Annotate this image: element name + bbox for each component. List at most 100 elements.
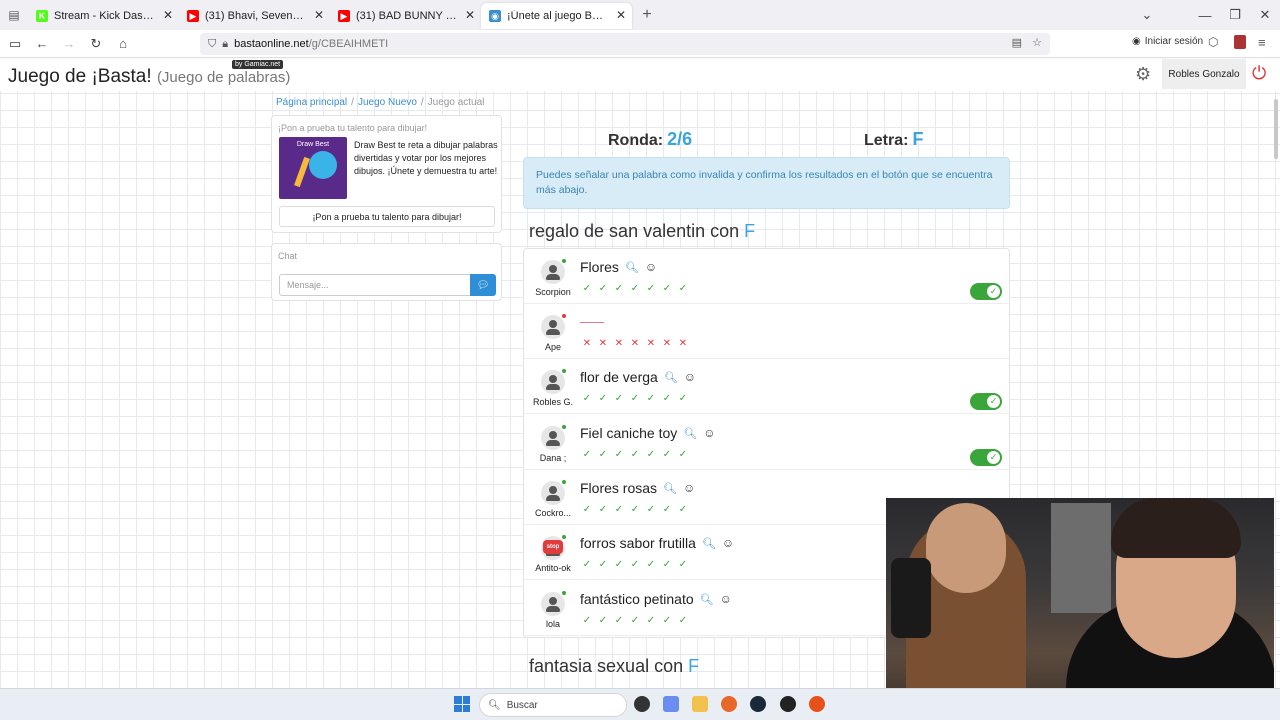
- taskbar-search[interactable]: 🔍︎ Buscar: [479, 693, 627, 717]
- draw-best-image[interactable]: Draw Best: [279, 137, 347, 199]
- emoji-reaction-icon[interactable]: ☺: [703, 426, 715, 440]
- settings-gear-icon[interactable]: ⚙: [1135, 64, 1151, 85]
- player-name: Antito-ok: [535, 563, 571, 573]
- breadcrumb-new-game[interactable]: Juego Nuevo: [358, 97, 417, 108]
- validity-toggle[interactable]: [970, 449, 1002, 466]
- navigation-bar: ▭ ← → ↻ ⌂ ⛉ 🔒︎ bastaonline.net/g/CBEAIHM…: [0, 30, 1280, 58]
- close-window-icon[interactable]: ✕: [1248, 0, 1280, 30]
- search-icon[interactable]: 🔍︎: [700, 593, 714, 606]
- reader-view-icon[interactable]: ▤: [1012, 36, 1022, 49]
- letter-label: Letra:: [864, 132, 909, 149]
- obs-icon[interactable]: [780, 696, 796, 712]
- answer-word: Flores 🔍︎ ☺: [580, 259, 657, 275]
- vote-marks: ✓ ✓ ✓ ✓ ✓ ✓ ✓: [582, 283, 688, 294]
- player-name: Robles G.: [532, 397, 574, 407]
- browser-tab[interactable]: ◉ ¡Únete al juego Basta! ✕: [481, 3, 632, 29]
- windows-start-icon[interactable]: [454, 696, 470, 712]
- tab-close-icon[interactable]: ✕: [465, 8, 475, 22]
- validity-toggle[interactable]: [970, 393, 1002, 410]
- tab-close-icon[interactable]: ✕: [616, 8, 626, 22]
- category-letter: F: [744, 221, 756, 241]
- emoji-reaction-icon[interactable]: ☺: [684, 370, 696, 384]
- check-icon: ✓: [598, 504, 608, 515]
- answer-row: Ape ✕ ✕ ✕ ✕ ✕ ✕ ✕: [524, 304, 1009, 359]
- user-menu-button[interactable]: Robles Gonzalo: [1162, 59, 1246, 89]
- file-explorer-icon[interactable]: [692, 696, 708, 712]
- emoji-reaction-icon[interactable]: ☺: [645, 260, 657, 274]
- url-path: /g/CBEAIHMETI: [308, 38, 389, 50]
- tab-favicon-icon: K: [36, 10, 48, 22]
- promo-card: ¡Pon a prueba tu talento para dibujar! D…: [271, 115, 502, 233]
- browser-tab[interactable]: K Stream - Kick Dashboard ✕: [28, 3, 179, 29]
- cross-icon: ✕: [582, 338, 592, 349]
- home-icon[interactable]: ⌂: [111, 32, 135, 56]
- answer-row: Scorpion Flores 🔍︎ ☺ ✓ ✓ ✓ ✓ ✓ ✓ ✓: [524, 249, 1009, 304]
- emoji-reaction-icon[interactable]: ☺: [722, 536, 734, 550]
- check-icon: ✓: [582, 283, 592, 294]
- webcam-overlay: [886, 498, 1274, 720]
- firefox-icon[interactable]: [721, 696, 737, 712]
- extensions-icon[interactable]: ⬡: [1208, 35, 1218, 49]
- emoji-reaction-icon[interactable]: ☺: [720, 592, 732, 606]
- chat-message-input[interactable]: Mensaje...: [279, 274, 470, 296]
- forward-icon[interactable]: →: [57, 32, 81, 56]
- signin-button[interactable]: ◉ Iniciar sesión: [1132, 36, 1203, 47]
- tab-list-chevron-icon[interactable]: ⌄: [1130, 0, 1164, 30]
- url-domain: bastaonline.net: [234, 38, 309, 50]
- check-icon: ✓: [662, 504, 672, 515]
- online-status-dot: [562, 314, 566, 318]
- page-scrollbar[interactable]: [1274, 99, 1278, 159]
- minimize-icon[interactable]: —: [1188, 0, 1222, 30]
- bookmark-star-icon[interactable]: ☆: [1032, 36, 1042, 49]
- steam-icon[interactable]: [750, 696, 766, 712]
- breadcrumb-home[interactable]: Página principal: [276, 97, 347, 108]
- taskbar-search-label: Buscar: [506, 699, 538, 711]
- check-icon: ✓: [598, 283, 608, 294]
- cross-icon: ✕: [614, 338, 624, 349]
- gamiac-badge[interactable]: by Gamiac.net: [232, 60, 284, 69]
- emoji-reaction-icon[interactable]: ☺: [683, 481, 695, 495]
- maximize-icon[interactable]: ❐: [1218, 0, 1252, 30]
- check-icon: ✓: [662, 283, 672, 294]
- answer-text: fantástico petinato: [580, 591, 694, 607]
- search-icon[interactable]: 🔍︎: [663, 482, 677, 495]
- player-name: lola: [545, 619, 560, 629]
- search-icon[interactable]: 🔍︎: [702, 537, 716, 550]
- ublock-icon[interactable]: [1234, 35, 1246, 49]
- search-icon[interactable]: 🔍︎: [625, 261, 639, 274]
- shield-icon[interactable]: ⛉: [208, 38, 216, 51]
- promo-button[interactable]: ¡Pon a prueba tu talento para dibujar!: [279, 206, 495, 227]
- app-icon[interactable]: [634, 696, 650, 712]
- address-bar[interactable]: ⛉ 🔒︎ bastaonline.net/g/CBEAIHMETI ▤ ☆: [200, 33, 1050, 55]
- category-title: regalo de san valentin con F: [529, 221, 755, 242]
- back-icon[interactable]: ←: [30, 32, 54, 56]
- windows-taskbar: 🔍︎ Buscar: [0, 688, 1280, 720]
- copilot-icon[interactable]: [663, 696, 679, 712]
- site-title[interactable]: Juego de ¡Basta! (Juego de palabras): [8, 66, 290, 88]
- tab-close-icon[interactable]: ✕: [163, 8, 173, 22]
- validity-toggle[interactable]: [970, 283, 1002, 300]
- answer-text: Flores: [580, 259, 619, 275]
- chat-send-icon[interactable]: 💬︎: [470, 274, 496, 296]
- new-tab-button[interactable]: +: [632, 6, 662, 24]
- reload-icon[interactable]: ↻: [84, 32, 108, 56]
- browser-tab[interactable]: ▶ (31) BAD BUNNY - BOOKER T (V ✕: [330, 3, 481, 29]
- check-icon: ✓: [630, 559, 640, 570]
- menu-icon[interactable]: ≡: [1258, 35, 1266, 50]
- ea-icon[interactable]: [809, 696, 825, 712]
- check-icon: ✓: [614, 449, 624, 460]
- user-avatar-icon: [541, 481, 565, 505]
- promo-text: Draw Best te reta a dibujar palabras div…: [354, 140, 498, 176]
- tab-overview-icon[interactable]: ▤: [0, 0, 28, 30]
- user-avatar-icon: [541, 260, 565, 284]
- tab-close-icon[interactable]: ✕: [314, 8, 324, 22]
- browser-tab[interactable]: ▶ (31) Bhavi, Seven Kayne, Shako ✕: [179, 3, 330, 29]
- promo-heading: ¡Pon a prueba tu talento para dibujar!: [278, 123, 428, 133]
- sidebar-toggle-icon[interactable]: ▭: [3, 32, 27, 56]
- search-icon[interactable]: 🔍︎: [683, 427, 697, 440]
- empty-answer-dash: [580, 322, 604, 323]
- round-indicator: Ronda: 2/6: [608, 129, 692, 150]
- search-icon[interactable]: 🔍︎: [664, 371, 678, 384]
- logout-power-icon[interactable]: ⏻: [1252, 63, 1266, 84]
- online-status-dot: [562, 535, 566, 539]
